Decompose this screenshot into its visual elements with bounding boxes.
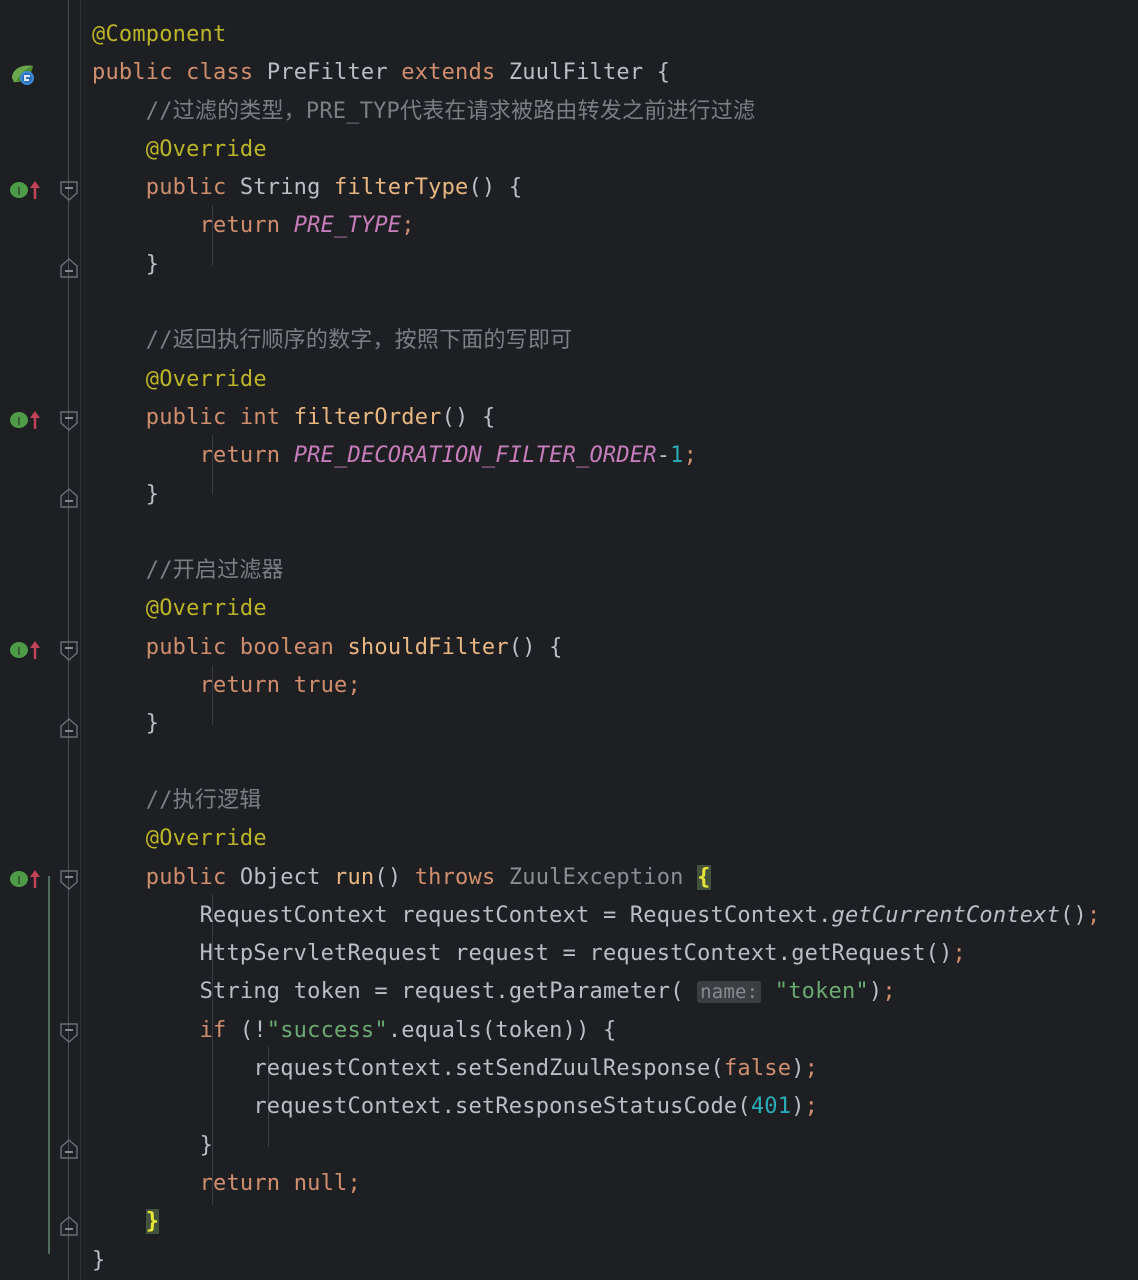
- code-line[interactable]: requestContext.setSendZuulResponse(false…: [80, 1050, 1138, 1088]
- code-text-area[interactable]: @Component public class PreFilter extend…: [80, 0, 1138, 1280]
- fold-region-end-icon[interactable]: [60, 258, 78, 278]
- inlay-parameter-hint: name:: [697, 981, 762, 1004]
- code-line[interactable]: RequestContext requestContext = RequestC…: [80, 897, 1138, 935]
- matched-brace-close: }: [145, 1209, 160, 1235]
- code-line[interactable]: public Object run() throws ZuulException…: [80, 859, 1138, 897]
- annotation-override: @Override: [145, 366, 267, 392]
- code-line-blank[interactable]: [80, 514, 1138, 552]
- code-line[interactable]: }: [80, 476, 1138, 514]
- comment-run-logic: //执行逻辑: [145, 787, 262, 813]
- fold-region-end-icon[interactable]: [60, 488, 78, 508]
- comment-filter-order: //返回执行顺序的数字，按照下面的写即可: [145, 328, 573, 354]
- code-line[interactable]: return null;: [80, 1165, 1138, 1203]
- svg-text:I: I: [17, 185, 20, 198]
- fold-region-end-icon[interactable]: [60, 1139, 78, 1159]
- svg-text:I: I: [17, 874, 20, 887]
- code-line[interactable]: @Override: [80, 131, 1138, 169]
- fold-region-start-icon[interactable]: [60, 181, 78, 201]
- code-line[interactable]: public int filterOrder() {: [80, 399, 1138, 437]
- code-line[interactable]: @Override: [80, 590, 1138, 628]
- code-line[interactable]: //过滤的类型，PRE_TYP代表在请求被路由转发之前进行过滤: [80, 93, 1138, 131]
- code-line[interactable]: return true;: [80, 667, 1138, 705]
- code-line[interactable]: return PRE_TYPE;: [80, 207, 1138, 245]
- implementing-method-icon[interactable]: I: [10, 869, 44, 889]
- code-line-blank[interactable]: [80, 284, 1138, 322]
- implementing-method-icon[interactable]: I: [10, 640, 44, 660]
- fold-region-start-icon[interactable]: [60, 870, 78, 890]
- code-line[interactable]: @Override: [80, 820, 1138, 858]
- code-line[interactable]: }: [80, 1203, 1138, 1241]
- implementing-method-icon[interactable]: I: [10, 180, 44, 200]
- code-line[interactable]: public boolean shouldFilter() {: [80, 629, 1138, 667]
- annotation-override: @Override: [145, 596, 267, 622]
- comment-should-filter: //开启过滤器: [145, 558, 284, 584]
- code-line-list: @Component public class PreFilter extend…: [80, 16, 1138, 1280]
- annotation-override: @Override: [145, 826, 267, 852]
- code-line[interactable]: @Override: [80, 361, 1138, 399]
- code-line[interactable]: return PRE_DECORATION_FILTER_ORDER-1;: [80, 437, 1138, 475]
- svg-text:I: I: [17, 645, 20, 658]
- editor-gutter[interactable]: I I I I: [0, 0, 80, 1280]
- code-block-indicator: [48, 876, 50, 1254]
- code-line[interactable]: //返回执行顺序的数字，按照下面的写即可: [80, 322, 1138, 360]
- code-editor[interactable]: I I I I @Component public class PreFilte…: [0, 0, 1138, 1280]
- fold-region-end-icon[interactable]: [60, 718, 78, 738]
- code-line[interactable]: String token = request.getParameter( nam…: [80, 973, 1138, 1011]
- code-line[interactable]: @Component: [80, 16, 1138, 54]
- code-line[interactable]: }: [80, 1242, 1138, 1280]
- code-line[interactable]: //执行逻辑: [80, 782, 1138, 820]
- code-line[interactable]: public String filterType() {: [80, 169, 1138, 207]
- code-line[interactable]: }: [80, 1127, 1138, 1165]
- annotation-override: @Override: [145, 136, 267, 162]
- spring-bean-icon[interactable]: [10, 64, 36, 86]
- fold-region-start-icon[interactable]: [60, 1023, 78, 1043]
- code-line[interactable]: requestContext.setResponseStatusCode(401…: [80, 1088, 1138, 1126]
- code-line[interactable]: }: [80, 246, 1138, 284]
- code-line[interactable]: HttpServletRequest request = requestCont…: [80, 935, 1138, 973]
- matched-brace-open: {: [697, 864, 711, 890]
- comment-filter-type: //过滤的类型，PRE_TYP代表在请求被路由转发之前进行过滤: [145, 98, 756, 124]
- code-line[interactable]: //开启过滤器: [80, 552, 1138, 590]
- code-line-blank[interactable]: [80, 744, 1138, 782]
- fold-region-start-icon[interactable]: [60, 411, 78, 431]
- code-line[interactable]: public class PreFilter extends ZuulFilte…: [80, 54, 1138, 92]
- fold-region-end-icon[interactable]: [60, 1216, 78, 1236]
- fold-region-start-icon[interactable]: [60, 641, 78, 661]
- svg-text:I: I: [17, 415, 20, 428]
- implementing-method-icon[interactable]: I: [10, 410, 44, 430]
- annotation-component: @Component: [92, 22, 227, 47]
- code-line[interactable]: if (!"success".equals(token)) {: [80, 1012, 1138, 1050]
- code-line[interactable]: }: [80, 705, 1138, 743]
